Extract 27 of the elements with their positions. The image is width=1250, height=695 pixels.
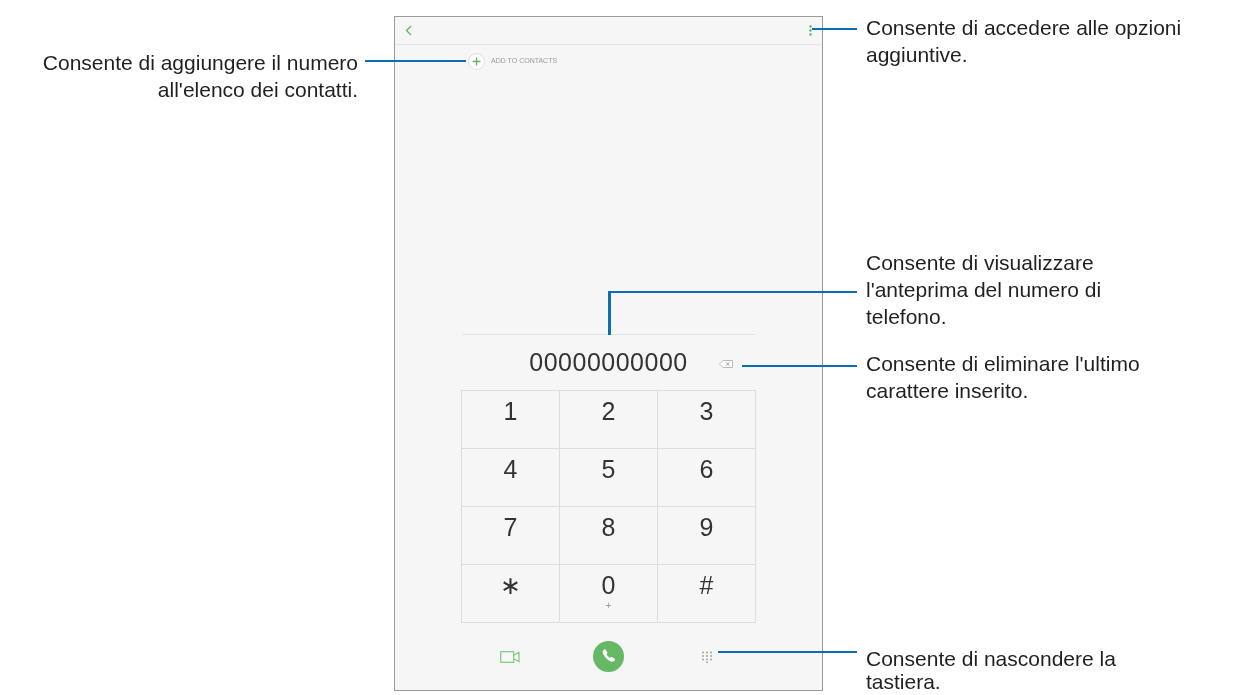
dial-key[interactable]: 2 xyxy=(560,391,658,449)
call-button[interactable] xyxy=(593,641,624,672)
phone-number-field[interactable]: 00000000000 xyxy=(529,343,688,382)
back-icon[interactable] xyxy=(405,25,412,36)
backspace-icon[interactable] xyxy=(719,360,733,368)
dial-key[interactable]: 1 xyxy=(462,391,560,449)
dial-key[interactable]: 3 xyxy=(658,391,756,449)
dial-key[interactable]: 7 xyxy=(462,507,560,565)
dial-key[interactable]: 4 xyxy=(462,449,560,507)
callout-text: Consente di aggiungere il numero all'elenco dei contatti. xyxy=(41,50,358,103)
callout-text: Consente di nascondere la tastiera. xyxy=(866,647,1117,693)
keypad-icon[interactable] xyxy=(700,650,713,663)
dial-key[interactable]: 5 xyxy=(560,449,658,507)
dial-key[interactable]: ∗ xyxy=(462,565,560,623)
callout-text: Consente di eliminare l'ultimo carattere inserito. xyxy=(866,351,1141,404)
video-call-icon[interactable] xyxy=(500,650,521,663)
leader-line xyxy=(812,28,857,30)
dial-key[interactable]: 0 + xyxy=(560,565,658,623)
dial-key[interactable]: # xyxy=(658,565,756,623)
dial-key[interactable]: 8 xyxy=(560,507,658,565)
dial-key[interactable]: 6 xyxy=(658,449,756,507)
key-subtitle: + xyxy=(605,601,612,611)
more-options-icon[interactable] xyxy=(809,25,812,36)
callout-text: Consente di accedere alle opzioni aggiuntive. xyxy=(866,15,1183,68)
callout-text: Consente di visualizzare l'anteprima del numero di telefono. xyxy=(866,250,1103,330)
add-icon[interactable] xyxy=(468,53,485,70)
dial-key[interactable]: 9 xyxy=(658,507,756,565)
